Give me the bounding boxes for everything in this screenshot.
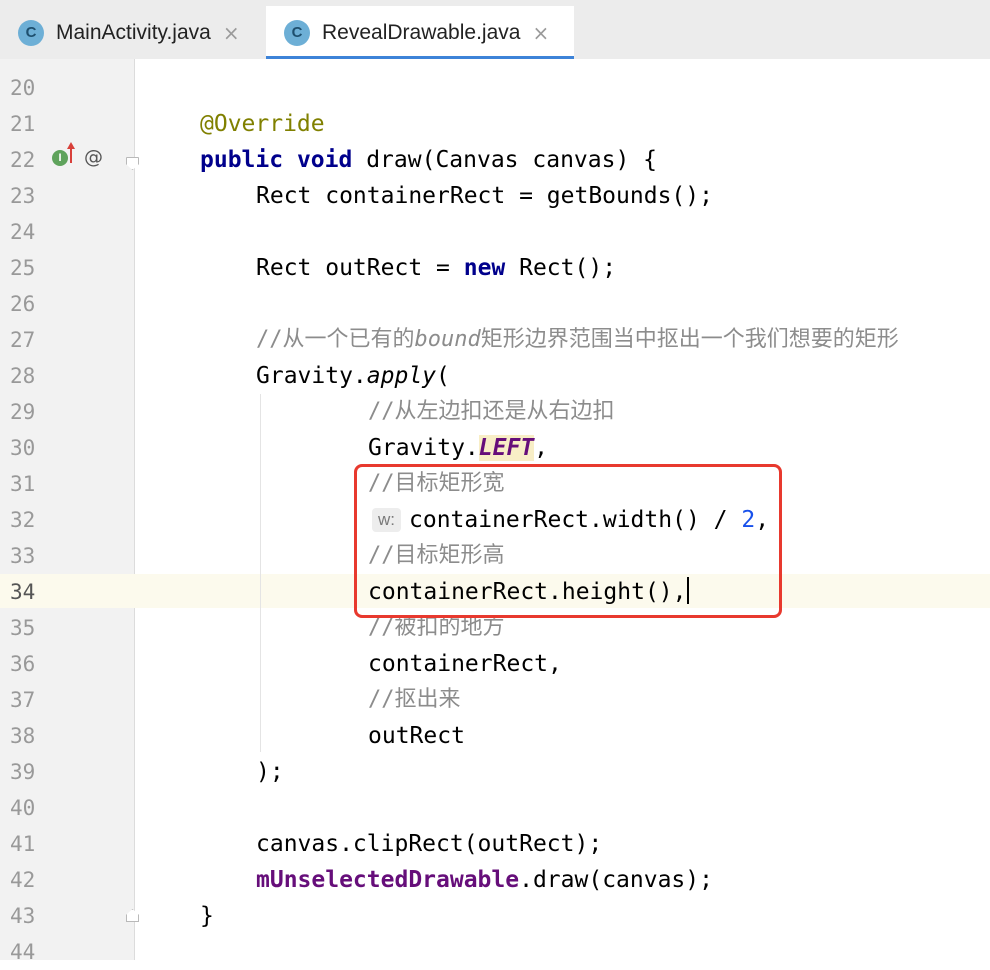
comment-token: //从一个已有的 — [256, 327, 415, 352]
java-class-icon: C — [18, 19, 44, 46]
java-class-icon: C — [284, 19, 310, 46]
code-text[interactable]: Gravity.LEFT, — [368, 430, 548, 466]
code-text[interactable]: mUnselectedDrawable.draw(canvas); — [256, 862, 713, 898]
line-number: 44 — [10, 940, 36, 964]
line-number: 28 — [10, 364, 36, 388]
code-token: .draw(canvas); — [519, 867, 713, 893]
line-number: 34 — [10, 580, 36, 604]
tab-main-activity[interactable]: C MainActivity.java × — [0, 6, 262, 59]
line-number: 30 — [10, 436, 36, 460]
code-text[interactable]: ); — [256, 754, 284, 790]
code-line: 20 — [0, 70, 990, 106]
line-number: 27 — [10, 328, 36, 352]
code-line: 30 Gravity.LEFT, — [0, 430, 990, 466]
code-line: 44 — [0, 934, 990, 970]
keyword-token: new — [463, 255, 506, 281]
tab-reveal-drawable[interactable]: C RevealDrawable.java × — [266, 6, 574, 60]
code-line: 27 //从一个已有的bound矩形边界范围当中抠出一个我们想要的矩形 — [0, 322, 990, 358]
code-text[interactable]: } — [200, 898, 214, 934]
method-token: apply — [366, 363, 437, 389]
code-line: 26 — [0, 286, 990, 322]
editor-tab-bar: C MainActivity.java × C RevealDrawable.j… — [0, 0, 990, 60]
keyword-token: void — [296, 147, 353, 173]
line-number: 35 — [10, 616, 36, 640]
tab-title: MainActivity.java — [56, 20, 211, 44]
field-token: mUnselectedDrawable — [256, 867, 520, 893]
close-icon[interactable]: × — [532, 21, 549, 45]
highlight-annotation-box — [354, 464, 782, 618]
line-number: 24 — [10, 220, 36, 244]
line-number: 32 — [10, 508, 36, 532]
static-field-token: LEFT — [478, 435, 535, 461]
tab-title: RevealDrawable.java — [322, 20, 521, 44]
code-line: 28 Gravity.apply( — [0, 358, 990, 394]
close-icon[interactable]: × — [223, 21, 240, 45]
code-line: 38 outRect — [0, 718, 990, 754]
code-text[interactable]: public void draw(Canvas canvas) { — [200, 142, 657, 178]
code-line: 43 } — [0, 898, 990, 934]
comment-token: 矩形边界范围当中抠出一个我们想要的矩形 — [480, 327, 899, 352]
code-line: 36 containerRect, — [0, 646, 990, 682]
code-line: 39 ); — [0, 754, 990, 790]
code-text[interactable]: Rect containerRect = getBounds(); — [256, 178, 713, 214]
code-line: 40 — [0, 790, 990, 826]
line-number: 38 — [10, 724, 36, 748]
line-number: 39 — [10, 760, 36, 784]
annotation-token[interactable]: @Override — [200, 106, 325, 142]
keyword-token: public — [200, 147, 284, 173]
code-text[interactable]: Rect outRect = new Rect(); — [256, 250, 616, 286]
line-number: 21 — [10, 112, 36, 136]
code-text[interactable]: canvas.clipRect(outRect); — [256, 826, 602, 862]
code-text[interactable]: containerRect, — [368, 646, 562, 682]
line-number: 41 — [10, 832, 36, 856]
code-token: Rect(); — [505, 255, 617, 281]
code-token: Rect outRect = — [256, 255, 464, 281]
code-token: Gravity. — [368, 435, 479, 461]
comment-text[interactable]: //抠出来 — [368, 682, 461, 718]
code-line: 37 //抠出来 — [0, 682, 990, 718]
code-line: 24 — [0, 214, 990, 250]
line-number: 20 — [10, 76, 36, 100]
line-number: 31 — [10, 472, 36, 496]
code-line: 21 @Override — [0, 106, 990, 142]
code-line: 42 mUnselectedDrawable.draw(canvas); — [0, 862, 990, 898]
line-number: 25 — [10, 256, 36, 280]
line-number: 29 — [10, 400, 36, 424]
code-line: 25 Rect outRect = new Rect(); — [0, 250, 990, 286]
comment-text[interactable]: //从一个已有的bound矩形边界范围当中抠出一个我们想要的矩形 — [256, 322, 899, 358]
code-token: ( — [436, 363, 450, 389]
line-number: 22 — [10, 148, 36, 172]
line-number: 23 — [10, 184, 36, 208]
code-line: 29 //从左边扣还是从右边扣 — [0, 394, 990, 430]
line-number: 42 — [10, 868, 36, 892]
line-number: 26 — [10, 292, 36, 316]
line-number: 37 — [10, 688, 36, 712]
code-text[interactable]: outRect — [368, 718, 465, 754]
code-line: 22 public void draw(Canvas canvas) { — [0, 142, 990, 178]
line-number: 36 — [10, 652, 36, 676]
line-number: 33 — [10, 544, 36, 568]
code-token: Gravity. — [256, 363, 367, 389]
line-number: 40 — [10, 796, 36, 820]
code-text[interactable]: Gravity.apply( — [256, 358, 450, 394]
code-line: 23 Rect containerRect = getBounds(); — [0, 178, 990, 214]
comment-text[interactable]: //从左边扣还是从右边扣 — [368, 394, 615, 430]
line-number: 43 — [10, 904, 36, 928]
code-line: 41 canvas.clipRect(outRect); — [0, 826, 990, 862]
code-token: draw(Canvas canvas) { — [366, 147, 657, 173]
comment-token: bound — [414, 327, 481, 352]
code-token: , — [534, 435, 549, 461]
